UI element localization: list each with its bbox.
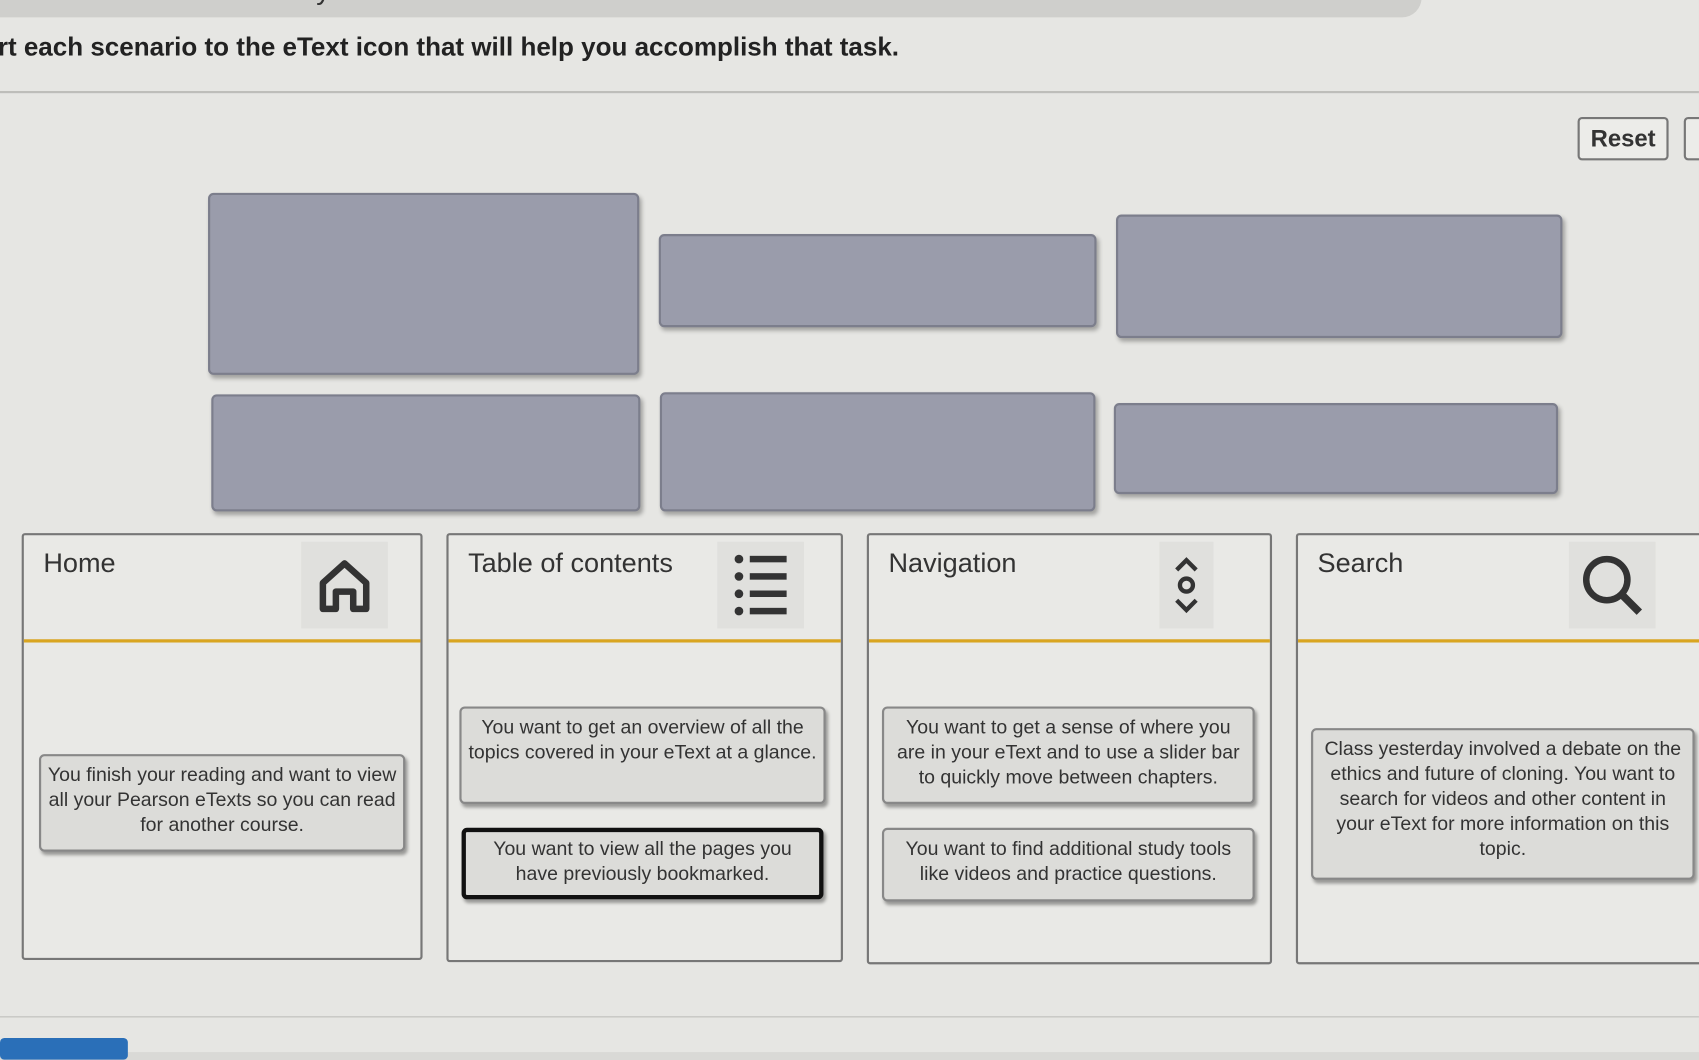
empty-drop-slot[interactable] [1116, 214, 1563, 339]
divider [0, 91, 1699, 94]
scenario-card[interactable]: Class yesterday involved a debate on the… [1311, 728, 1695, 880]
search-icon [1568, 541, 1656, 629]
bin-title: Table of contents [468, 548, 673, 579]
empty-drop-slot[interactable] [659, 392, 1096, 512]
list-icon [717, 541, 804, 629]
reset-button[interactable]: Reset [1577, 117, 1669, 161]
scenario-card[interactable]: You want to get a sense of where you are… [881, 706, 1255, 804]
scenario-card[interactable]: You want to get an overview of all the t… [459, 706, 826, 804]
empty-drop-slot[interactable] [658, 234, 1097, 328]
submit-button[interactable] [0, 1037, 128, 1060]
bin-title: Home [43, 548, 116, 579]
instruction-text: rt each scenario to the eText icon that … [0, 32, 900, 62]
scenario-card-selected[interactable]: You want to view all the pages you have … [461, 827, 824, 900]
empty-drop-slot[interactable] [208, 192, 640, 375]
bin-title: Navigation [888, 548, 1017, 579]
navigation-slider-icon [1159, 541, 1214, 629]
empty-drop-slot[interactable] [211, 394, 641, 512]
bin-home[interactable]: Home [21, 533, 423, 960]
secondary-button[interactable] [1683, 117, 1699, 161]
divider [0, 1016, 1699, 1018]
bin-title: Search [1317, 548, 1404, 579]
scenario-card[interactable]: You finish your reading and want to view… [39, 754, 406, 852]
browser-url-bar[interactable]: ?courseId=12089398&key=31306278874838339… [0, 0, 1422, 18]
home-icon [301, 541, 388, 629]
scenario-card[interactable]: You want to find additional study tools … [881, 827, 1255, 902]
empty-drop-slot[interactable] [1113, 403, 1559, 495]
